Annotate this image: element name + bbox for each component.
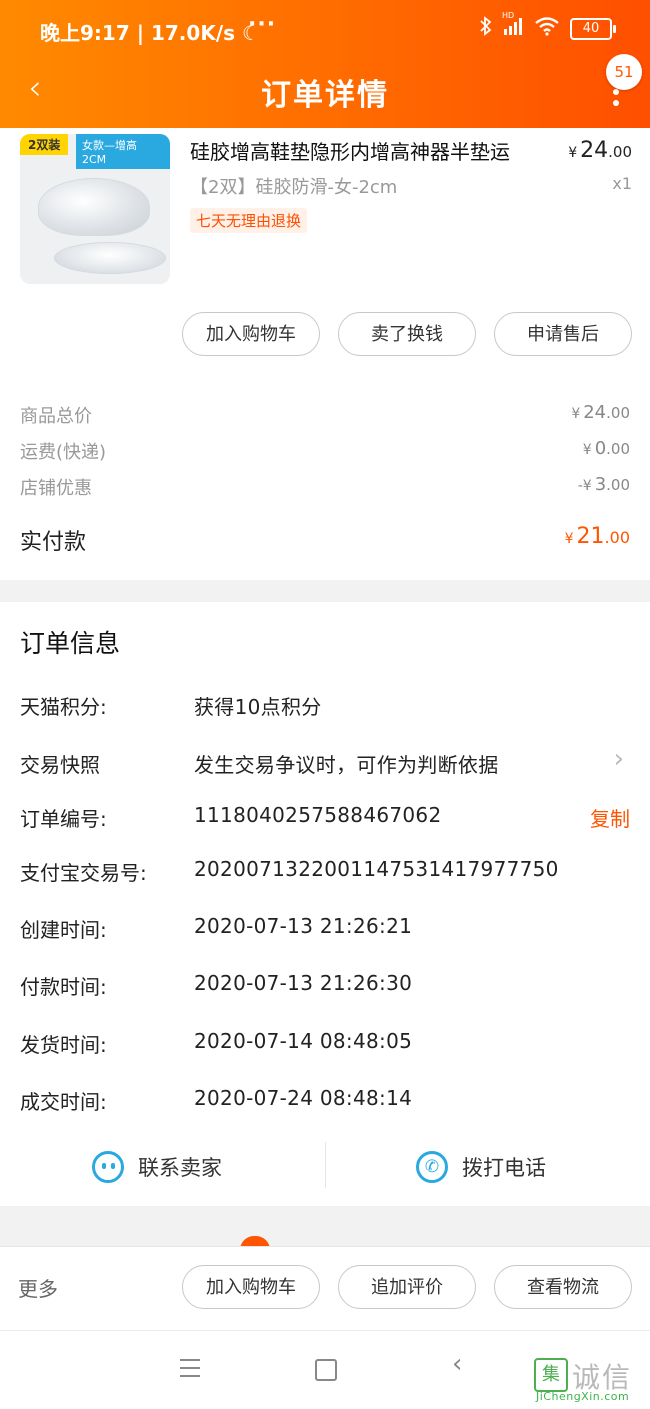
info-value-snapshot[interactable]: 发生交易争议时，可作为判断依据 xyxy=(194,749,499,778)
info-value-completed: 2020-07-24 08:48:14 xyxy=(194,1086,413,1110)
hd-label: HD xyxy=(502,11,515,20)
product-spec: 【2双】硅胶防滑-女-2cm xyxy=(190,177,398,198)
total-paid-row: 实付款 ¥21.00 xyxy=(20,524,630,556)
copy-order-number-button[interactable]: 复制 xyxy=(590,803,630,832)
divider xyxy=(325,1142,326,1188)
home-icon[interactable] xyxy=(315,1359,337,1381)
status-dots: ··· xyxy=(248,12,277,37)
order-info-title: 订单信息 xyxy=(20,629,121,658)
product-price: ¥24.00 xyxy=(568,138,632,163)
info-label-paid: 付款时间: xyxy=(20,975,107,999)
signal-icon: HD xyxy=(502,11,524,40)
wifi-icon xyxy=(534,16,560,41)
watermark-logo-icon: 集 xyxy=(534,1358,568,1392)
summary-row-goods: 商品总价 ¥24.00 xyxy=(20,402,630,427)
watermark-url: JiChengXin.com xyxy=(536,1390,630,1403)
summary-row-shipping: 运费(快递) ¥0.00 xyxy=(20,438,630,463)
call-phone-label: 拨打电话 xyxy=(462,1156,546,1180)
bottom-add-to-cart-button[interactable]: 加入购物车 xyxy=(182,1265,320,1309)
product-card: 2双装 女款—增高 2CM 硅胶增高鞋垫隐形内增高神器半垫运 ¥24.00 【2… xyxy=(0,128,650,580)
message-count-badge[interactable]: 51 xyxy=(606,54,642,90)
header: 晚上9:17 | 17.0K/s ☾ ··· HD 40 ‹ 订单详情 51 xyxy=(0,0,650,128)
add-review-button[interactable]: 追加评价 xyxy=(338,1265,476,1309)
phone-icon: ✆ xyxy=(416,1151,448,1183)
product-quantity: x1 xyxy=(612,174,632,193)
info-label-order-number: 订单编号: xyxy=(20,807,107,831)
total-paid-value: ¥21.00 xyxy=(564,524,630,549)
total-paid-label: 实付款 xyxy=(20,530,87,555)
product-thumbnail[interactable]: 2双装 女款—增高 2CM xyxy=(20,134,170,284)
order-info-card: 订单信息 天猫积分: 获得10点积分 交易快照 发生交易争议时，可作为判断依据 … xyxy=(0,602,650,1206)
product-title[interactable]: 硅胶增高鞋垫隐形内增高神器半垫运 xyxy=(190,136,550,165)
page-title: 订单详情 xyxy=(261,78,389,113)
contact-seller-button[interactable]: 联系卖家 xyxy=(92,1142,222,1192)
info-value-order-number: 1118040257588467062 xyxy=(194,803,442,827)
info-value-points: 获得10点积分 xyxy=(194,695,322,719)
contact-seller-label: 联系卖家 xyxy=(138,1156,222,1180)
battery-icon: 40 xyxy=(570,17,616,40)
menu-icon[interactable] xyxy=(180,1359,200,1383)
status-bar: 晚上9:17 | 17.0K/s ☾ ··· HD 40 xyxy=(0,0,650,60)
insole-image-bottom xyxy=(54,242,166,274)
view-logistics-button[interactable]: 查看物流 xyxy=(494,1265,632,1309)
return-policy-tag: 七天无理由退换 xyxy=(190,208,308,233)
after-sales-button[interactable]: 申请售后 xyxy=(494,312,632,356)
info-value-alipay-number: 2020071322001147531417977750 xyxy=(194,857,559,881)
bottom-action-bar: 更多 加入购物车 追加评价 查看物流 xyxy=(0,1246,650,1331)
system-back-icon[interactable]: ‹ xyxy=(452,1349,462,1379)
info-value-paid: 2020-07-13 21:26:30 xyxy=(194,971,413,995)
info-label-completed: 成交时间: xyxy=(20,1090,107,1114)
info-label-shipped: 发货时间: xyxy=(20,1033,107,1057)
insole-image-top xyxy=(38,178,150,236)
call-phone-button[interactable]: ✆ 拨打电话 xyxy=(416,1142,546,1192)
info-label-alipay-number: 支付宝交易号: xyxy=(20,861,147,885)
status-time-speed: 晚上9:17 | 17.0K/s xyxy=(40,21,236,45)
navbar: ‹ 订单详情 51 xyxy=(0,54,650,128)
info-label-snapshot[interactable]: 交易快照 xyxy=(20,749,100,778)
info-value-created: 2020-07-13 21:26:21 xyxy=(194,914,413,938)
watermark: 集 诚信 JiChengXin.com xyxy=(534,1354,642,1404)
thumb-tag-style: 女款—增高 2CM xyxy=(76,134,170,169)
chat-face-icon xyxy=(92,1151,124,1183)
chevron-right-icon[interactable]: › xyxy=(614,744,624,774)
add-to-cart-button[interactable]: 加入购物车 xyxy=(182,312,320,356)
bluetooth-icon xyxy=(480,16,492,41)
info-value-shipped: 2020-07-14 08:48:05 xyxy=(194,1029,413,1053)
summary-row-discount: 店铺优惠 -¥ 3.00 xyxy=(20,474,630,499)
thumb-tag-pack: 2双装 xyxy=(20,134,69,155)
resell-button[interactable]: 卖了换钱 xyxy=(338,312,476,356)
info-label-points: 天猫积分: xyxy=(20,695,107,719)
info-label-created: 创建时间: xyxy=(20,918,107,942)
more-actions-button[interactable]: 更多 xyxy=(18,1273,58,1302)
